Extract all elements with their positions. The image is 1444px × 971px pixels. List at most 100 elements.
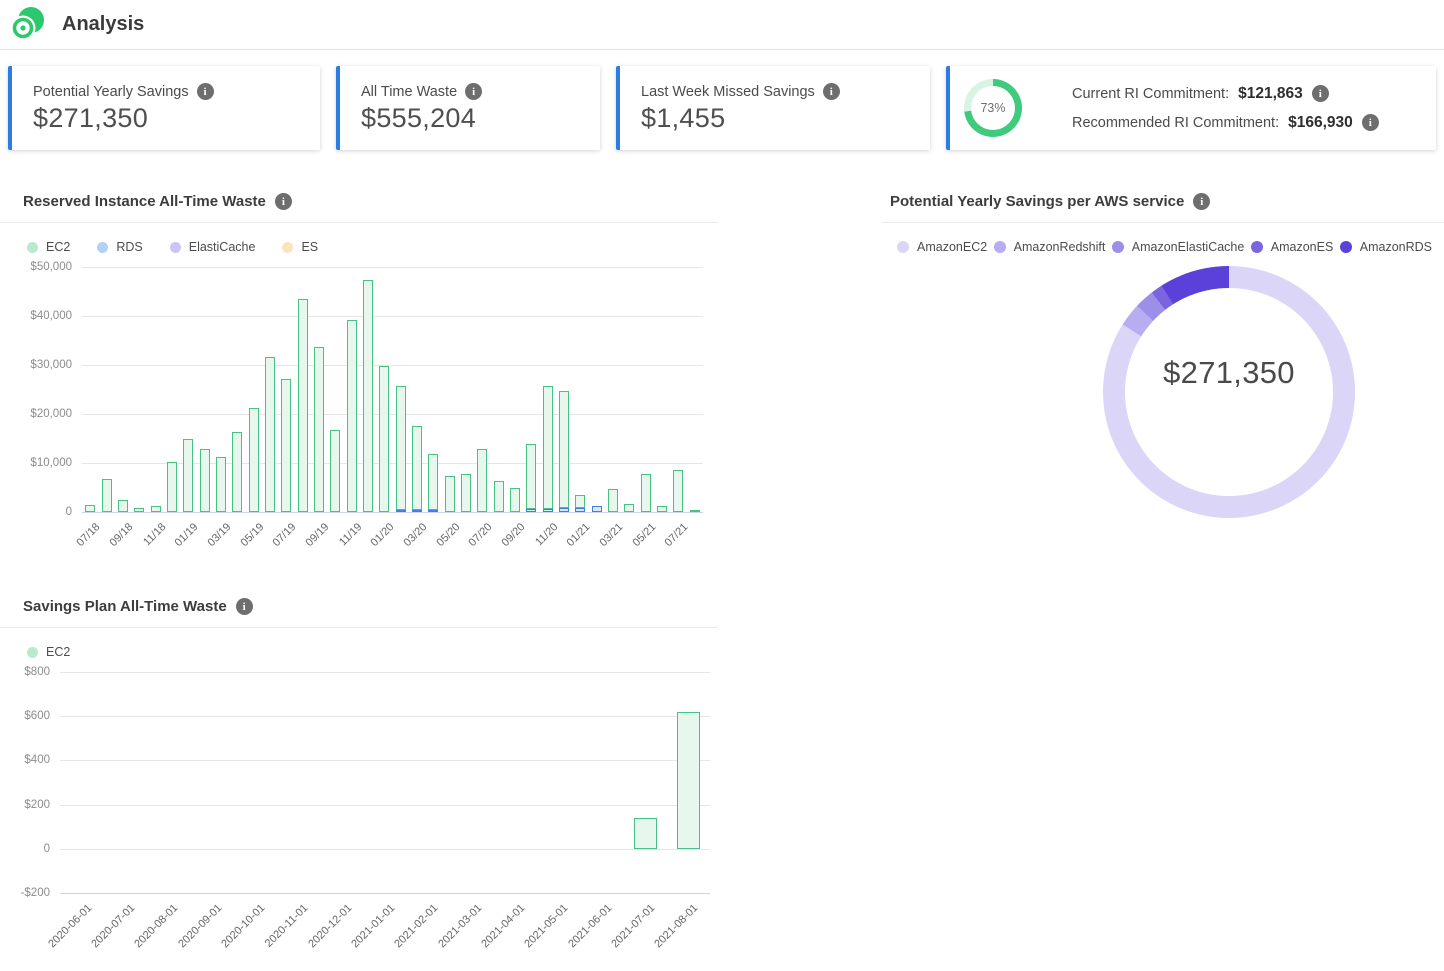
y-tick-label: $200 [24, 798, 50, 812]
x-tick-label: 09/20 [500, 521, 528, 549]
legend-label: AmazonEC2 [917, 240, 987, 254]
x-tick-label: 07/20 [467, 521, 495, 549]
last-week-missed-savings-card: Last Week Missed Savings i $1,455 [616, 66, 930, 150]
chart-title: Potential Yearly Savings per AWS service [890, 193, 1184, 210]
info-icon[interactable]: i [465, 83, 482, 100]
info-icon[interactable]: i [1362, 114, 1379, 131]
legend-label: EC2 [46, 240, 70, 254]
x-tick-label: 01/20 [369, 521, 397, 549]
ri-chart-legend: EC2 RDS ElastiCache ES [27, 240, 718, 254]
y-tick-label: $20,000 [30, 407, 72, 421]
bar-EC2-10/18 [134, 508, 144, 512]
bar-EC2-10/20 [526, 444, 536, 509]
legend-item-AmazonRDS[interactable]: AmazonRDS [1340, 240, 1432, 254]
legend-item-EC2[interactable]: EC2 [27, 240, 70, 254]
legend-dot-icon [97, 242, 108, 253]
ri-commitment-card: 73% Current RI Commitment: $121,863 i Re… [946, 66, 1436, 150]
x-tick-label: 2021-03-01 [436, 902, 484, 950]
x-tick-label: 2020-09-01 [176, 902, 224, 950]
bar-EC2-04/20 [428, 454, 438, 510]
bar-EC2-05/21 [641, 474, 651, 512]
bar-EC2-05/19 [249, 408, 259, 512]
chart-title: Savings Plan All-Time Waste [23, 598, 227, 615]
x-tick-label: 03/21 [598, 521, 626, 549]
bar-RDS-12/20 [559, 508, 569, 512]
x-tick-label: 11/18 [141, 521, 168, 548]
sp-chart-legend: EC2 [27, 645, 718, 659]
legend-label: AmazonES [1271, 240, 1334, 254]
info-icon[interactable]: i [1193, 193, 1210, 210]
legend-item-AmazonEC2[interactable]: AmazonEC2 [897, 240, 987, 254]
legend-label: AmazonRDS [1360, 240, 1432, 254]
bar-EC2-01/19 [183, 439, 193, 513]
bar-EC2-07/20 [477, 449, 487, 512]
legend-dot-icon [170, 242, 181, 253]
y-tick-label: $50,000 [30, 260, 72, 274]
recommended-ri-commitment-row: Recommended RI Commitment: $166,930 i [1072, 114, 1379, 132]
info-icon[interactable]: i [236, 598, 253, 615]
legend-dot-icon [27, 647, 38, 658]
x-tick-label: 2020-06-01 [46, 902, 94, 950]
card-value: $271,350 [33, 103, 320, 134]
bar-EC2-12/18 [167, 462, 177, 512]
x-tick-label: 2020-12-01 [306, 902, 354, 950]
analysis-page: { "header": { "title": "Analysis", "logo… [0, 0, 1444, 971]
gauge-percent-label: 73% [964, 79, 1022, 137]
card-value: $1,455 [641, 103, 930, 134]
gridline [60, 716, 710, 717]
bar-EC2-07/19 [281, 379, 291, 512]
bar-EC2-07/21 [673, 470, 683, 512]
x-tick-label: 05/21 [630, 521, 658, 549]
legend-label: ES [301, 240, 318, 254]
legend-item-EC2[interactable]: EC2 [27, 645, 70, 659]
y-tick-label: $800 [24, 665, 50, 679]
card-label: Potential Yearly Savings [33, 84, 189, 100]
bar-EC2-12/20 [559, 391, 569, 507]
bar-EC2-09/20 [510, 488, 520, 512]
savings-donut: $271,350 [1103, 266, 1355, 518]
x-tick-label: 07/21 [663, 521, 691, 549]
x-tick-label: 07/19 [271, 521, 299, 549]
legend-item-AmazonElastiCache[interactable]: AmazonElastiCache [1112, 240, 1245, 254]
legend-item-ElastiCache[interactable]: ElastiCache [170, 240, 256, 254]
bar-EC2-02/20 [396, 386, 406, 509]
legend-dot-icon [1340, 241, 1352, 253]
chart-title: Reserved Instance All-Time Waste [23, 193, 266, 210]
card-value: $555,204 [361, 103, 600, 134]
legend-item-AmazonES[interactable]: AmazonES [1251, 240, 1334, 254]
sp-waste-chart: $800$600$400$2000-$200 2020-06-012020-07… [0, 672, 718, 965]
info-icon[interactable]: i [1312, 85, 1329, 102]
y-tick-label: $10,000 [30, 456, 72, 470]
y-tick-label: $600 [24, 709, 50, 723]
bar-RDS-03/20 [412, 510, 422, 512]
bar-EC2-08/18 [102, 479, 112, 512]
panel-header: Savings Plan All-Time Waste i [0, 598, 718, 628]
bar-RDS-11/20 [543, 509, 553, 512]
info-icon[interactable]: i [197, 83, 214, 100]
legend-item-RDS[interactable]: RDS [97, 240, 142, 254]
legend-item-ES[interactable]: ES [282, 240, 318, 254]
plot-area: 07/1809/1811/1801/1903/1905/1907/1909/19… [82, 267, 703, 512]
gridline [60, 672, 710, 673]
gridline [60, 760, 710, 761]
bar-EC2-08/20 [494, 481, 504, 512]
y-tick-label: $400 [24, 753, 50, 767]
gridline [82, 414, 703, 415]
commit-label: Current RI Commitment: [1072, 86, 1229, 102]
info-icon[interactable]: i [275, 193, 292, 210]
gridline [82, 316, 703, 317]
gridline [82, 267, 703, 268]
info-icon[interactable]: i [823, 83, 840, 100]
x-axis-line [60, 893, 710, 894]
savings-per-service-panel: Potential Yearly Savings per AWS service… [882, 193, 1444, 518]
x-tick-label: 2021-04-01 [479, 902, 527, 950]
bar-RDS-02/21 [592, 506, 602, 512]
bar-EC2-01/20 [379, 366, 389, 512]
bar-RDS-01/21 [575, 508, 585, 512]
bar-EC2-04/19 [232, 432, 242, 512]
x-tick-label: 11/20 [533, 521, 560, 548]
legend-dot-icon [27, 242, 38, 253]
bar-EC2-2021-08-01 [677, 712, 700, 849]
right-column: Potential Yearly Savings per AWS service… [882, 193, 1444, 965]
legend-item-AmazonRedshift[interactable]: AmazonRedshift [994, 240, 1106, 254]
